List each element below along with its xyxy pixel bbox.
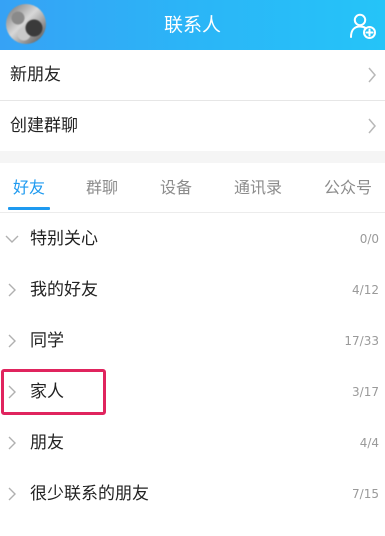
group-name: 朋友 <box>30 433 64 453</box>
chevron-right-icon <box>368 67 376 83</box>
group-name: 很少联系的朋友 <box>30 484 149 504</box>
top-bar: 联系人 <box>0 0 385 50</box>
menu-item-label: 创建群聊 <box>10 116 78 136</box>
divider <box>0 212 385 213</box>
group-classmates[interactable]: 同学 17/33 <box>0 316 385 366</box>
menu-item-label: 新朋友 <box>10 65 61 85</box>
tab-address-book[interactable]: 通讯录 <box>222 163 294 212</box>
group-count: 0/0 <box>359 232 379 246</box>
highlight-box <box>1 369 106 415</box>
menu-item-new-friends[interactable]: 新朋友 <box>0 50 385 100</box>
group-name: 我的好友 <box>30 280 98 300</box>
group-count: 7/15 <box>352 487 379 501</box>
group-special-care[interactable]: 特别关心 0/0 <box>0 214 385 264</box>
contact-tabs: 好友 群聊 设备 通讯录 公众号 <box>0 163 385 212</box>
group-friends[interactable]: 朋友 4/4 <box>0 418 385 468</box>
tab-official-accounts[interactable]: 公众号 <box>312 163 384 212</box>
chevron-right-icon <box>8 283 16 297</box>
group-count: 4/12 <box>352 283 379 297</box>
group-rarely-contacted[interactable]: 很少联系的朋友 7/15 <box>0 469 385 519</box>
active-tab-indicator <box>8 207 50 210</box>
group-count: 4/4 <box>359 436 379 450</box>
chevron-right-icon <box>8 334 16 348</box>
group-my-friends[interactable]: 我的好友 4/12 <box>0 265 385 315</box>
chevron-right-icon <box>8 436 16 450</box>
menu-item-create-group-chat[interactable]: 创建群聊 <box>0 101 385 151</box>
page-title: 联系人 <box>163 14 221 36</box>
chevron-right-icon <box>8 487 16 501</box>
add-contact-icon[interactable] <box>349 12 377 40</box>
tab-friends[interactable]: 好友 <box>2 163 56 212</box>
chevron-down-icon <box>5 235 19 243</box>
section-gap <box>0 151 385 163</box>
chevron-right-icon <box>368 118 376 134</box>
group-name: 特别关心 <box>30 229 98 249</box>
tab-group-chats[interactable]: 群聊 <box>74 163 130 212</box>
group-name: 同学 <box>30 331 64 351</box>
group-count: 17/33 <box>344 334 379 348</box>
group-count: 3/17 <box>352 385 379 399</box>
tab-devices[interactable]: 设备 <box>148 163 204 212</box>
